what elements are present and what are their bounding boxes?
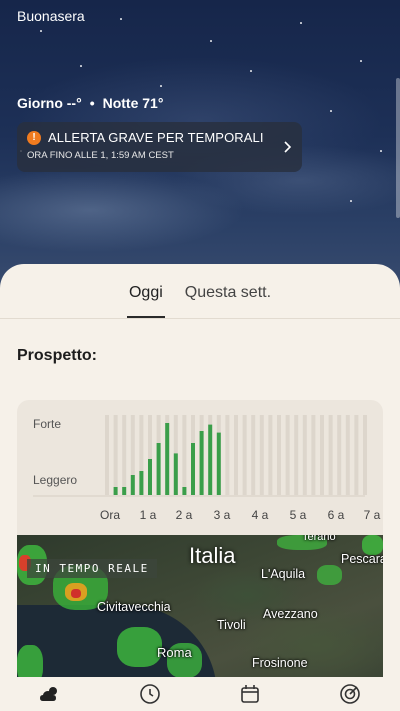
weather-cloud-icon: [40, 687, 57, 701]
y-label-light: Leggero: [33, 473, 77, 487]
day-night-temperatures: Giorno --° • Notte 71°: [17, 95, 163, 111]
precipitation-chart-card: Forte Leggero Ora 1 a 2 a 3 a 4 a 5 a 6 a 7 a I…: [17, 400, 383, 700]
chart-bar: [216, 432, 221, 495]
chart-x-tick: Ora: [100, 508, 120, 522]
chart-bar-track: [105, 415, 109, 495]
chart-bar: [182, 487, 187, 495]
chart-bar-track: [122, 415, 127, 495]
chart-bar-track: [345, 415, 350, 495]
day-temperature: Giorno --°: [17, 95, 82, 111]
radar-icon: [340, 684, 360, 704]
chart-bar-track: [182, 415, 187, 495]
chart-bar-track: [363, 415, 367, 495]
map-city-label: Frosinone: [252, 656, 308, 670]
scroll-handle[interactable]: [396, 78, 400, 218]
chart-bar: [199, 431, 204, 495]
map-city-label: Pescara: [341, 552, 383, 566]
chart-bar-track: [311, 415, 316, 495]
chart-x-tick: 6 a: [328, 508, 345, 522]
nav-radar[interactable]: [337, 681, 363, 707]
outlook-title: Prospetto:: [17, 347, 97, 364]
map-city-label: L'Aquila: [261, 567, 306, 581]
chart-bar: [113, 487, 118, 495]
chart-bar: [156, 443, 161, 495]
chart-x-tick: 1 a: [140, 508, 157, 522]
chart-x-ticks: Ora 1 a 2 a 3 a 4 a 5 a 6 a 7 a: [100, 508, 381, 522]
tab-this-week[interactable]: Questa sett.: [185, 282, 271, 318]
chart-bar-track: [328, 415, 333, 495]
alert-exclamation-icon: !: [27, 130, 41, 145]
radar-cell: [117, 627, 162, 667]
chart-bar: [208, 424, 213, 495]
radar-map[interactable]: IN TEMPO REALE Italia Terano Pescara L'A…: [17, 535, 383, 685]
chart-bar-track: [337, 415, 342, 495]
nav-weather[interactable]: [37, 681, 63, 707]
chart-bar: [122, 487, 127, 495]
details-sheet: Oggi Questa sett. Prospetto: Forte Legge…: [0, 264, 400, 711]
chart-bar-track: [354, 415, 359, 495]
chart-bar-track: [234, 415, 238, 495]
map-city-label: Civitavecchia: [97, 600, 171, 614]
period-tabs: Oggi Questa sett.: [0, 282, 400, 318]
chart-bar: [173, 453, 178, 495]
chart-bar-track: [225, 415, 230, 495]
map-city-label: Tivoli: [217, 618, 246, 632]
chart-x-tick: 3 a: [214, 508, 231, 522]
alert-title: ALLERTA GRAVE PER TEMPORALI: [48, 130, 264, 145]
night-temperature: Notte 71°: [102, 95, 164, 111]
chart-x-tick: 4 a: [252, 508, 269, 522]
chart-bar: [130, 475, 135, 495]
calendar-icon: [241, 685, 259, 703]
chart-x-tick: 5 a: [290, 508, 307, 522]
chart-x-tick: 2 a: [176, 508, 193, 522]
chart-x-tick: 7 a: [364, 508, 381, 522]
realtime-badge: IN TEMPO REALE: [27, 559, 157, 578]
chart-bar: [148, 459, 152, 495]
clock-icon: [140, 684, 160, 704]
radar-cell: [71, 589, 81, 598]
greeting-text: Buonasera: [17, 8, 85, 24]
chart-bar-track: [259, 415, 264, 495]
chevron-right-icon: [284, 141, 292, 153]
nav-daily[interactable]: [237, 681, 263, 707]
map-country-label: Italia: [189, 543, 236, 568]
chart-bar-track: [251, 415, 256, 495]
temperature-separator: •: [89, 95, 95, 111]
y-label-strong: Forte: [33, 417, 61, 431]
map-city-label: Roma: [157, 645, 192, 660]
chart-bar-track: [294, 415, 299, 495]
chart-bar: [139, 471, 144, 495]
chart-bar-track: [242, 415, 247, 495]
chart-bar: [165, 423, 170, 495]
chart-bar-track: [277, 415, 281, 495]
map-city-label: Avezzano: [263, 607, 318, 621]
radar-cell: [317, 565, 342, 585]
hero-sky: Buonasera Giorno --° • Notte 71° ! ALLER…: [0, 0, 400, 300]
chart-bars: [105, 415, 367, 495]
severe-alert-card[interactable]: ! ALLERTA GRAVE PER TEMPORALI ORA FINO A…: [17, 122, 302, 172]
map-city-label: Terano: [302, 535, 336, 543]
chart-bar-track: [285, 415, 290, 495]
nav-hourly[interactable]: [137, 681, 163, 707]
tabs-divider: [0, 318, 400, 319]
chart-bar-track: [302, 415, 307, 495]
chart-bar-track: [113, 415, 118, 495]
tab-today[interactable]: Oggi: [126, 282, 165, 318]
alert-subtitle: ORA FINO ALLE 1, 1:59 AM CEST: [27, 150, 174, 161]
precipitation-chart: Forte Leggero Ora 1 a 2 a 3 a 4 a 5 a 6 a 7 a: [33, 415, 381, 522]
chart-bar-track: [268, 415, 273, 495]
chart-bar-track: [320, 415, 324, 495]
chart-bar: [191, 443, 195, 495]
bottom-navigation: [0, 677, 400, 711]
